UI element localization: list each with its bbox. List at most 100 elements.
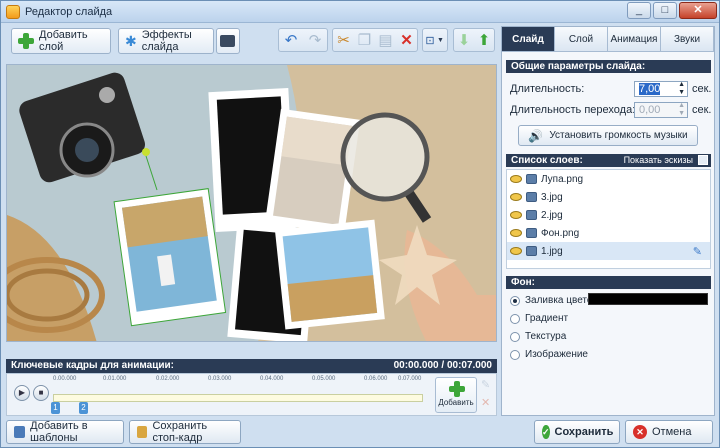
layer-item[interactable]: Фон.png (507, 224, 710, 242)
keyframe-marker[interactable]: 2 (79, 402, 88, 414)
add-to-templates-button[interactable]: Добавить в шаблоны (6, 420, 124, 444)
move-down-icon[interactable]: ⬇ (454, 29, 474, 51)
projector-icon (220, 35, 235, 47)
layer-item[interactable]: Лупа.png (507, 170, 710, 188)
cancel-button[interactable]: ✕ Отмена (625, 420, 713, 444)
background-header: Фон: (506, 276, 711, 289)
add-keyframe-button[interactable]: Добавить (435, 377, 477, 413)
add-keyframe-label: Добавить (438, 398, 474, 407)
speaker-icon: 🔊 (528, 128, 544, 143)
thumbnails-icon[interactable] (698, 155, 708, 165)
layers-header: Список слоев: Показать эскизы (506, 154, 711, 167)
spinner-arrows-icon[interactable]: ▲ ▼ (678, 102, 685, 118)
visibility-icon[interactable] (510, 211, 522, 219)
title-bar: Редактор слайда _ □ ✕ (1, 1, 719, 23)
spinner-arrows-icon[interactable]: ▲ ▼ (678, 81, 685, 97)
timeline-title: Ключевые кадры для анимации: (11, 360, 175, 371)
undo-icon[interactable]: ↶ (279, 29, 303, 51)
fill-color-picker[interactable] (588, 293, 708, 305)
bg-option-fill[interactable]: Заливка цветом (510, 295, 599, 306)
layer-item[interactable]: 2.jpg (507, 206, 710, 224)
bg-option-texture[interactable]: Текстура (510, 331, 566, 342)
save-button[interactable]: ✓ Сохранить (534, 420, 620, 444)
save-frame-button[interactable]: Сохранить стоп-кадр (129, 420, 241, 444)
transition-unit: сек. (692, 104, 712, 116)
copy-icon[interactable]: ❐ (354, 29, 375, 51)
layer-list: Лупа.png 3.jpg 2.jpg Фон.png 1.jpg ✎ (506, 169, 711, 269)
layer-item[interactable]: 3.jpg (507, 188, 710, 206)
delete-icon[interactable]: ✕ (396, 29, 417, 51)
bg-option-label: Текстура (525, 331, 567, 342)
radio-icon (510, 331, 520, 342)
image-layer-icon (526, 174, 537, 184)
layers-title: Список слоев: (511, 155, 583, 166)
tab-layer[interactable]: Слой (555, 27, 608, 52)
timeline-header: Ключевые кадры для анимации: 00:00.000 /… (6, 359, 497, 373)
add-layer-button[interactable]: Добавить слой (11, 28, 111, 54)
add-layer-label: Добавить слой (39, 29, 88, 53)
preview-button[interactable] (216, 28, 240, 54)
transition-input[interactable]: 0,00 ▲ ▼ (634, 102, 688, 118)
tick-label: 0.02.000 (156, 376, 180, 382)
transition-label: Длительность перехода: (510, 104, 636, 116)
minimize-button[interactable]: _ (627, 2, 651, 19)
toolbar: Добавить слой ✱ Эффекты слайда ↶ ↷ ✂ ❐ ▤… (6, 26, 497, 58)
visibility-icon[interactable] (510, 175, 522, 183)
duration-input[interactable]: 7,00 ▲ ▼ (634, 81, 688, 97)
bg-option-label: Градиент (525, 313, 569, 324)
timeline-track[interactable] (53, 394, 423, 402)
tick-label: 0.00.000 (53, 376, 77, 382)
align-dropdown[interactable]: ⊡ ▼ (422, 28, 448, 52)
close-button[interactable]: ✕ (679, 2, 717, 19)
show-thumbnails-link[interactable]: Показать эскизы (624, 155, 693, 165)
image-layer-icon (526, 192, 537, 202)
visibility-icon[interactable] (510, 247, 522, 255)
music-volume-button[interactable]: 🔊 Установить громкость музыки (518, 125, 698, 146)
tab-animation[interactable]: Анимация (608, 27, 661, 52)
chevron-down-icon: ▼ (437, 36, 444, 44)
visibility-icon[interactable] (510, 193, 522, 201)
move-up-icon[interactable]: ⬆ (474, 29, 494, 51)
layer-item-selected[interactable]: 1.jpg ✎ (507, 242, 710, 260)
cancel-icon: ✕ (633, 425, 647, 439)
sparkle-icon: ✱ (125, 32, 137, 49)
tick-label: 0.04.000 (260, 376, 284, 382)
maximize-button[interactable]: □ (653, 2, 677, 19)
editor-area: Добавить слой ✱ Эффекты слайда ↶ ↷ ✂ ❐ ▤… (6, 26, 497, 416)
paste-icon[interactable]: ▤ (375, 29, 396, 51)
edit-layer-icon[interactable]: ✎ (693, 245, 702, 258)
tab-slide[interactable]: Слайд (502, 27, 555, 52)
app-icon (6, 5, 20, 19)
tick-label: 0.05.000 (312, 376, 336, 382)
add-to-templates-label: Добавить в шаблоны (30, 420, 88, 444)
radio-icon (510, 349, 520, 360)
image-layer-icon (526, 228, 537, 238)
redo-icon[interactable]: ↷ (303, 29, 327, 51)
photo-frame-5 (274, 219, 385, 330)
bg-option-gradient[interactable]: Градиент (510, 313, 568, 324)
bg-option-label: Изображение (525, 349, 588, 360)
stop-button[interactable]: ■ (33, 385, 49, 401)
plus-icon (449, 381, 465, 397)
tab-bar: Слайд Слой Анимация Звуки (502, 27, 714, 53)
delete-keyframe-icon[interactable]: ✕ (481, 396, 490, 409)
tick-label: 0.03.000 (208, 376, 232, 382)
music-volume-label: Установить громкость музыки (549, 130, 688, 141)
slide-canvas[interactable] (6, 64, 497, 342)
edit-keyframe-icon[interactable]: ✎ (481, 378, 490, 391)
keyframe-marker[interactable]: 1 (51, 402, 60, 414)
tick-label: 0.01.000 (103, 376, 127, 382)
template-icon (14, 426, 26, 438)
bg-option-image[interactable]: Изображение (510, 349, 588, 360)
play-button[interactable]: ▶ (14, 385, 30, 401)
footer-bar: Добавить в шаблоны Сохранить стоп-кадр ✓… (1, 417, 719, 447)
cut-icon[interactable]: ✂ (333, 29, 354, 51)
check-icon: ✓ (542, 425, 550, 439)
slide-editor-window: Редактор слайда _ □ ✕ Добавить слой ✱ Эф… (0, 0, 720, 448)
slide-effects-label: Эффекты слайда (141, 29, 192, 53)
tab-sounds[interactable]: Звуки (661, 27, 714, 52)
plus-icon (18, 33, 34, 49)
visibility-icon[interactable] (510, 229, 522, 237)
slide-effects-button[interactable]: ✱ Эффекты слайда (118, 28, 214, 54)
timeline-time: 00:00.000 / 00:07.000 (393, 360, 492, 371)
